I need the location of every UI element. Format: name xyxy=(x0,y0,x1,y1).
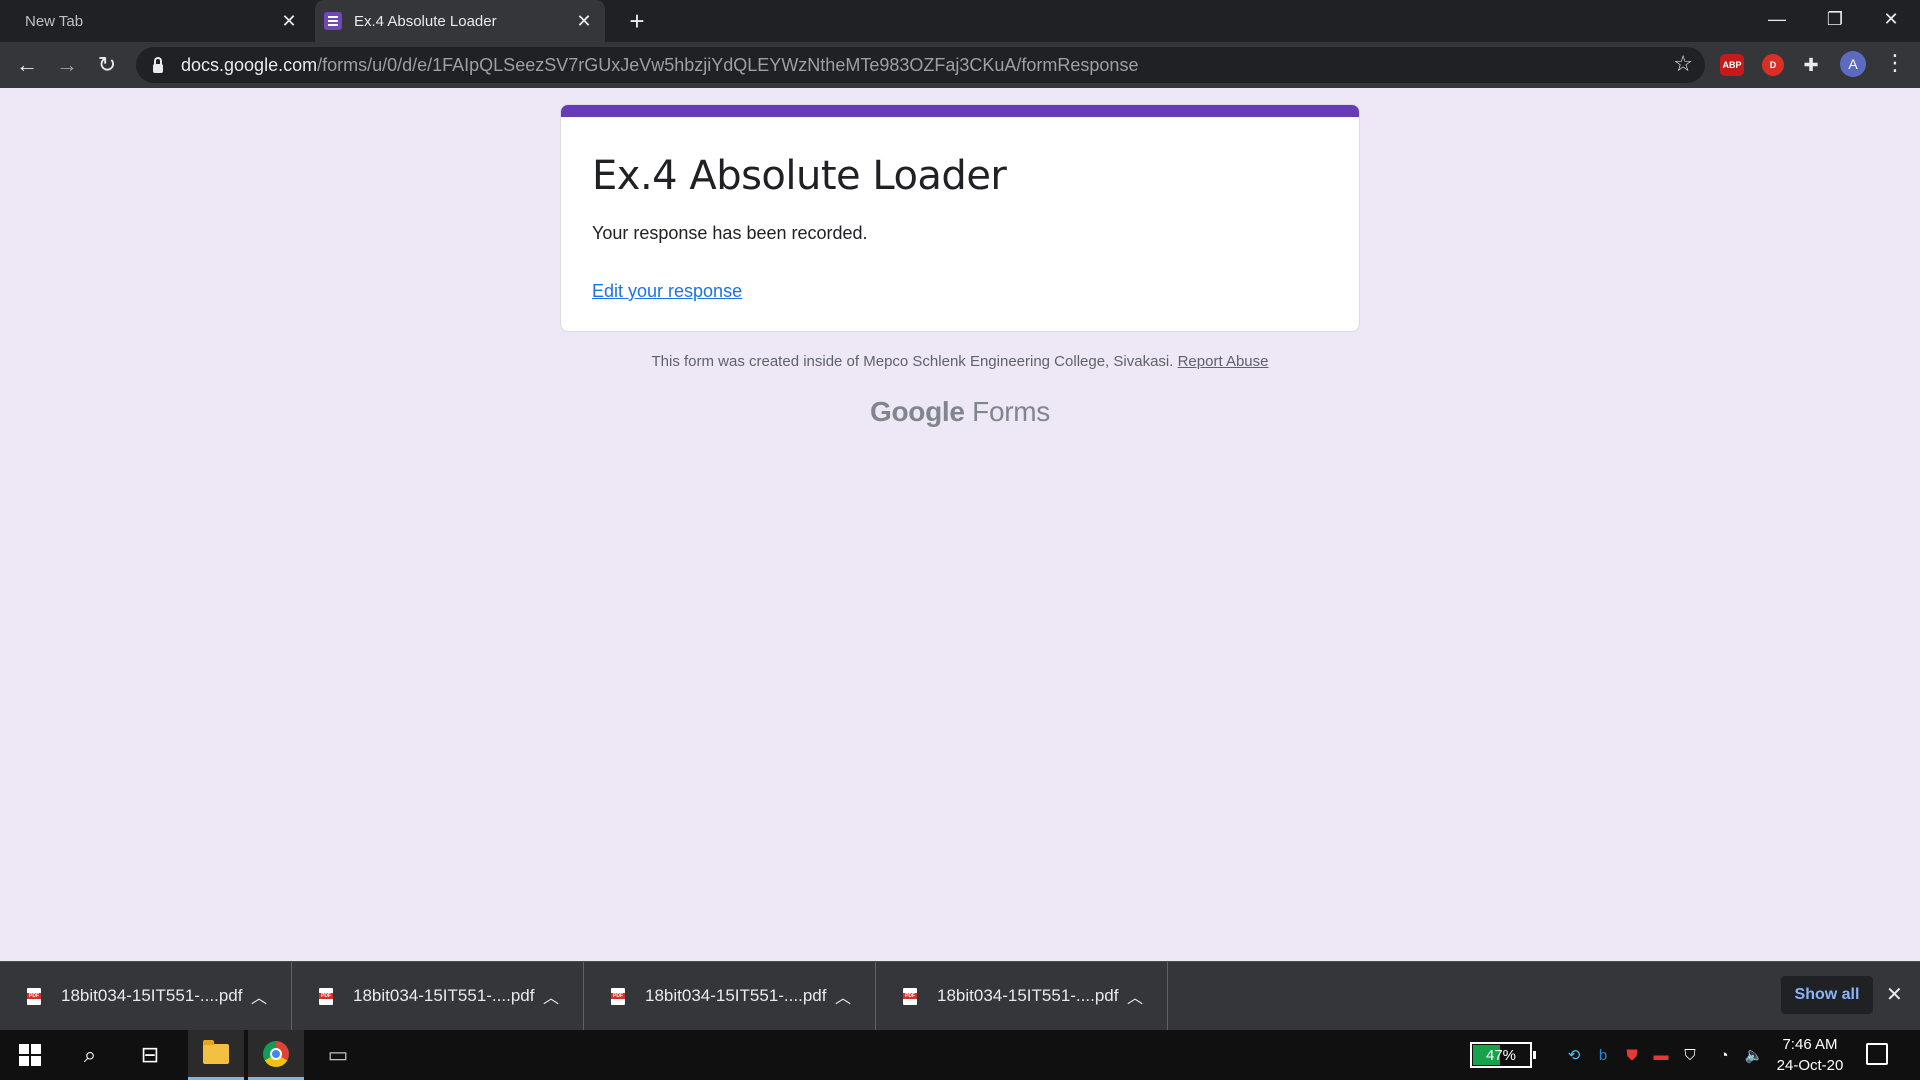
app-window-icon[interactable]: ▭ xyxy=(310,1030,366,1080)
confirmation-message: Your response has been recorded. xyxy=(592,223,868,243)
download-item[interactable]: 18bit034-15IT551-....pdf ︿ xyxy=(584,962,876,1030)
download-item[interactable]: 18bit034-15IT551-....pdf ︿ xyxy=(292,962,584,1030)
forward-arrow-icon[interactable]: → xyxy=(50,48,84,82)
download-shelf: 18bit034-15IT551-....pdf ︿ 18bit034-15IT… xyxy=(0,961,1920,1030)
chrome-icon[interactable] xyxy=(248,1030,304,1080)
download-filename: 18bit034-15IT551-....pdf xyxy=(937,986,1119,1005)
pdf-file-icon xyxy=(27,987,41,1005)
response-card: Ex.4 Absolute Loader Your response has b… xyxy=(560,104,1360,332)
tab-title: New Tab xyxy=(25,12,84,30)
extension-label: D xyxy=(1769,60,1777,70)
reload-icon[interactable]: ↻ xyxy=(90,48,124,82)
form-accent-bar xyxy=(561,105,1359,117)
address-bar[interactable]: docs.google.com/forms/u/0/d/e/1FAIpQLSee… xyxy=(136,47,1705,83)
download-filename: 18bit034-15IT551-....pdf xyxy=(61,986,243,1005)
close-tab-icon[interactable]: ✕ xyxy=(571,8,597,34)
google-forms-favicon-icon xyxy=(324,12,342,30)
show-all-button[interactable]: Show all xyxy=(1781,976,1873,1014)
task-view-icon[interactable]: ⊟ xyxy=(122,1030,178,1080)
clock-time: 7:46 AM xyxy=(1782,1036,1838,1053)
adblock-plus-icon[interactable]: ABP xyxy=(1720,54,1744,76)
footnote-text: This form was created inside of Mepco Sc… xyxy=(651,353,1174,370)
download-filename: 18bit034-15IT551-....pdf xyxy=(645,986,827,1005)
system-clock[interactable]: 7:46 AM 24-Oct-20 xyxy=(1770,1034,1850,1076)
pdf-file-icon xyxy=(319,987,333,1005)
battery-percent: 47% xyxy=(1485,1046,1517,1064)
new-tab-plus-icon[interactable]: + xyxy=(622,6,652,36)
lock-icon[interactable] xyxy=(153,56,163,73)
windows-taskbar: ⌕ ⊟ ▭ 47% ⟲ b ⛊ ▬ ⛉ ◔ 🔈 7:46 AM 24-Oct-2… xyxy=(0,1030,1920,1080)
sync-icon[interactable]: ⟲ xyxy=(1564,1045,1584,1065)
browser-toolbar: ← → ↻ docs.google.com/forms/u/0/d/e/1FAI… xyxy=(0,42,1920,88)
edit-response-link[interactable]: Edit your response xyxy=(592,281,742,302)
tab-strip: New Tab ✕ Ex.4 Absolute Loader ✕ + — ❐ ✕ xyxy=(0,0,1920,42)
bookmark-star-icon[interactable]: ☆ xyxy=(1673,51,1693,77)
chevron-up-icon[interactable]: ︿ xyxy=(251,984,267,1008)
google-forms-logo[interactable]: Google Forms xyxy=(560,396,1360,428)
close-window-icon[interactable]: ✕ xyxy=(1862,0,1920,38)
chevron-up-icon[interactable]: ︿ xyxy=(835,984,851,1008)
download-item[interactable]: 18bit034-15IT551-....pdf ︿ xyxy=(0,962,292,1030)
brand-forms: Forms xyxy=(972,396,1050,427)
wifi-icon[interactable]: ◔ xyxy=(1714,1045,1734,1065)
url-text[interactable]: docs.google.com/forms/u/0/d/e/1FAIpQLSee… xyxy=(181,55,1138,76)
avatar-letter: A xyxy=(1848,56,1858,72)
tab-form[interactable]: Ex.4 Absolute Loader ✕ xyxy=(315,0,605,42)
extensions-puzzle-icon[interactable]: ✚ xyxy=(1800,54,1822,76)
security-shield-icon[interactable]: ⛊ xyxy=(1622,1045,1642,1065)
more-menu-icon[interactable]: ⋮ xyxy=(1884,50,1906,76)
url-host: docs.google.com xyxy=(181,54,318,75)
volume-icon[interactable]: 🔈 xyxy=(1744,1045,1764,1065)
chevron-up-icon[interactable]: ︿ xyxy=(543,984,559,1008)
pdf-file-icon xyxy=(611,987,625,1005)
form-footnote: This form was created inside of Mepco Sc… xyxy=(560,353,1360,370)
restore-icon[interactable]: ❐ xyxy=(1806,0,1864,38)
back-arrow-icon[interactable]: ← xyxy=(10,48,44,82)
brand-google: Google xyxy=(870,396,965,427)
windows-start-icon[interactable] xyxy=(2,1030,58,1080)
battery-indicator[interactable]: 47% xyxy=(1470,1042,1536,1068)
url-path: /forms/u/0/d/e/1FAIpQLSeezSV7rGUxJeVw5hb… xyxy=(317,54,1139,75)
bing-icon[interactable]: b xyxy=(1593,1045,1613,1065)
minimize-icon[interactable]: — xyxy=(1748,0,1806,38)
chevron-up-icon[interactable]: ︿ xyxy=(1127,984,1143,1008)
search-icon[interactable]: ⌕ xyxy=(62,1030,118,1080)
red-d-extension-icon[interactable]: D xyxy=(1762,54,1784,76)
clock-date: 24-Oct-20 xyxy=(1776,1057,1844,1074)
close-tab-icon[interactable]: ✕ xyxy=(276,8,302,34)
extension-label: ABP xyxy=(1722,60,1742,70)
pdf-file-icon xyxy=(903,987,917,1005)
defender-shield-icon[interactable]: ⛉ xyxy=(1680,1045,1700,1065)
tab-title: Ex.4 Absolute Loader xyxy=(354,12,497,30)
report-abuse-link[interactable]: Report Abuse xyxy=(1178,353,1269,370)
file-explorer-icon[interactable] xyxy=(188,1030,244,1080)
download-item[interactable]: 18bit034-15IT551-....pdf ︿ xyxy=(876,962,1168,1030)
form-title: Ex.4 Absolute Loader xyxy=(592,153,1007,199)
close-shelf-icon[interactable]: ✕ xyxy=(1886,982,1903,1007)
tab-new-tab[interactable]: New Tab ✕ xyxy=(0,0,310,42)
download-filename: 18bit034-15IT551-....pdf xyxy=(353,986,535,1005)
red-app-icon[interactable]: ▬ xyxy=(1651,1045,1671,1065)
notifications-icon[interactable] xyxy=(1866,1043,1888,1065)
profile-avatar[interactable]: A xyxy=(1840,51,1866,77)
